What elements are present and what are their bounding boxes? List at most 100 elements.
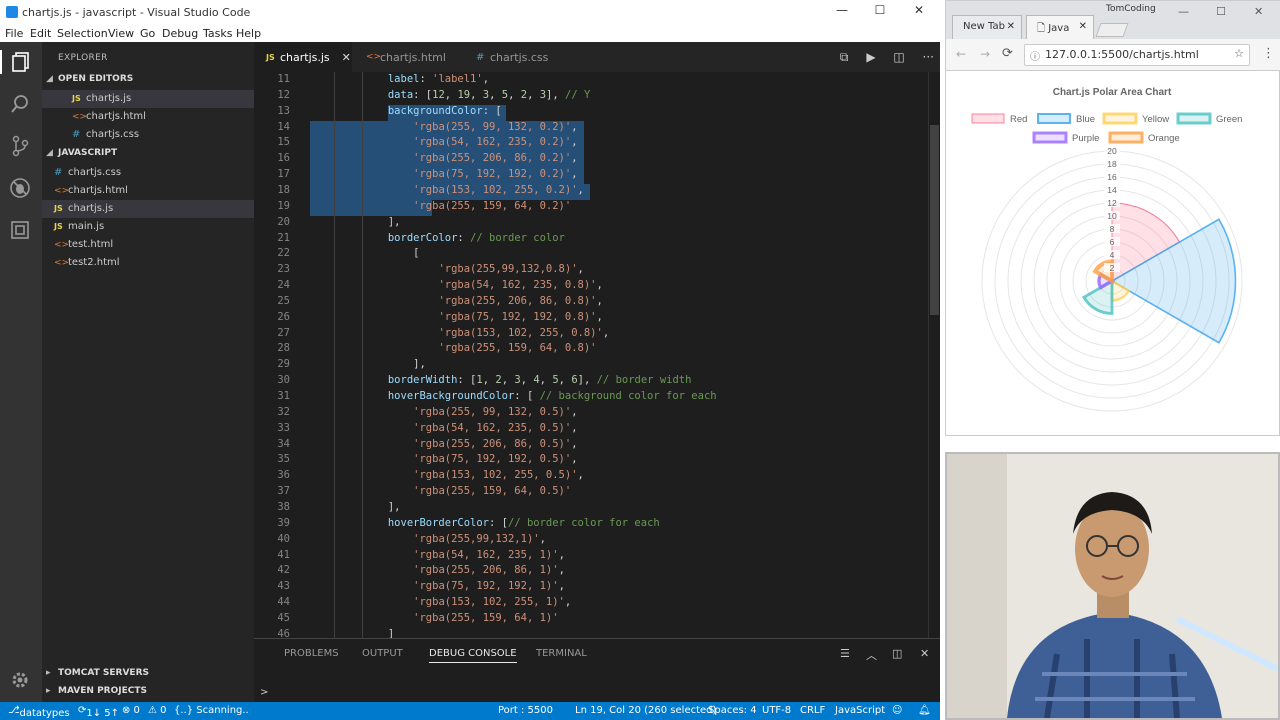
maximize-button[interactable]: ☐ <box>870 3 890 17</box>
file-item[interactable]: JS chartjs.js <box>42 200 254 218</box>
maximize-panel-icon[interactable]: ︿ <box>866 647 877 663</box>
code-line[interactable]: 'rgba(255, 206, 86, 1)', <box>312 564 565 576</box>
feedback-smiley-icon[interactable]: ☺ <box>892 705 902 716</box>
forward-icon[interactable]: → <box>980 47 990 61</box>
code-line[interactable]: 'rgba(75, 192, 192, 0.2)', <box>312 168 577 180</box>
code-line[interactable]: 'rgba(255, 206, 86, 0.8)', <box>312 295 602 307</box>
code-line[interactable]: 'rgba(153, 102, 255, 1)', <box>312 596 571 608</box>
code-line[interactable]: 'rgba(255, 159, 64, 1)' <box>312 612 558 624</box>
open-editor-item[interactable]: # chartjs.css <box>42 126 254 144</box>
tab-chartjs-css[interactable]: # chartjs.css <box>464 42 564 72</box>
code-line[interactable]: ], <box>312 501 401 513</box>
open-editor-item[interactable]: JS chartjs.js <box>42 90 254 108</box>
code-line[interactable]: 'rgba(54, 162, 235, 0.8)', <box>312 279 602 291</box>
code-line[interactable]: 'rgba(255, 99, 132, 0.5)', <box>312 406 577 418</box>
port-status[interactable]: Port : 5500 <box>498 705 553 716</box>
code-line[interactable]: borderColor: // border color <box>312 232 565 244</box>
code-line[interactable]: 'rgba(255, 206, 86, 0.5)', <box>312 438 577 450</box>
menu-edit[interactable]: Edit <box>30 27 51 40</box>
panel-tab-output[interactable]: OUTPUT <box>362 648 403 659</box>
reload-icon[interactable]: ⟳ <box>1002 46 1013 61</box>
code-line[interactable]: borderWidth: [1, 2, 3, 4, 5, 6], // bord… <box>312 374 692 386</box>
debug-icon[interactable] <box>8 176 32 200</box>
minimize-button[interactable]: — <box>832 3 852 17</box>
code-line[interactable]: 'rgba(153, 102, 255, 0.5)', <box>312 469 584 481</box>
close-tab-icon[interactable]: ✕ <box>1079 21 1087 32</box>
browser-minimize-button[interactable]: — <box>1178 5 1189 18</box>
extensions-icon[interactable] <box>8 218 32 242</box>
code-line[interactable]: 'rgba(255, 159, 64, 0.2)' <box>312 200 571 212</box>
split-editor-icon[interactable]: ◫ <box>893 50 904 64</box>
code-line[interactable]: 'rgba(54, 162, 235, 0.5)', <box>312 422 577 434</box>
code-line[interactable]: ], <box>312 216 401 228</box>
code-line[interactable]: ], <box>312 358 426 370</box>
close-tab-icon[interactable]: ✕ <box>342 51 351 64</box>
close-panel-icon[interactable]: ✕ <box>920 647 929 660</box>
menu-help[interactable]: Help <box>236 27 261 40</box>
code-line[interactable]: 'rgba(75, 192, 192, 0.5)', <box>312 453 577 465</box>
indentation-status[interactable]: Spaces: 4 <box>708 705 757 716</box>
panel-tab-debug-console[interactable]: DEBUG CONSOLE <box>429 648 517 663</box>
menu-selection[interactable]: Selection <box>57 27 108 40</box>
panel-tab-terminal[interactable]: TERMINAL <box>536 648 587 659</box>
browser-tab-java[interactable]: 🗋 Java ✕ <box>1026 15 1094 39</box>
code-line[interactable]: hoverBackgroundColor: [ // background co… <box>312 390 717 402</box>
code-line[interactable]: 'rgba(255,99,132,1)', <box>312 533 546 545</box>
code-line[interactable]: 'rgba(255, 159, 64, 0.5)' <box>312 485 571 497</box>
file-item[interactable]: <>test2.html <box>42 254 254 272</box>
file-item[interactable]: JS main.js <box>42 218 254 236</box>
code-line[interactable]: 'rgba(255, 159, 64, 0.8)' <box>312 342 596 354</box>
bookmark-star-icon[interactable]: ☆ <box>1234 47 1244 60</box>
sync-status[interactable]: ⟳ 1↓ 5↑ <box>78 705 119 719</box>
code-line[interactable]: label: 'label1', <box>312 73 489 85</box>
menu-go[interactable]: Go <box>140 27 155 40</box>
code-editor[interactable]: 11 label: 'label1', 12 data: [12, 19, 3, … <box>254 72 940 638</box>
browser-maximize-button[interactable]: ☐ <box>1216 5 1226 18</box>
encoding-status[interactable]: UTF-8 <box>762 705 791 716</box>
code-line[interactable]: 'rgba(54, 162, 235, 0.2)', <box>312 136 577 148</box>
branch-status[interactable]: ⎇ datatypes <box>8 705 70 719</box>
code-line[interactable]: backgroundColor: [ <box>312 105 502 117</box>
code-line[interactable]: 'rgba(255,99,132,0.8)', <box>312 263 583 275</box>
cursor-position[interactable]: Ln 19, Col 20 (260 selected) <box>575 705 716 716</box>
more-actions-icon[interactable]: ··· <box>923 50 934 64</box>
open-editor-item[interactable]: <>chartjs.html <box>42 108 254 126</box>
file-item[interactable]: # chartjs.css <box>42 164 254 182</box>
errors-status[interactable]: ⊗ 0 <box>122 705 140 716</box>
language-mode[interactable]: JavaScript <box>835 705 885 716</box>
settings-gear-icon[interactable] <box>8 668 32 692</box>
menu-debug[interactable]: Debug <box>162 27 198 40</box>
new-tab-button[interactable] <box>1095 23 1129 37</box>
open-changes-icon[interactable]: ⧉ <box>840 50 849 64</box>
browser-menu-icon[interactable]: ⋮ <box>1262 46 1275 61</box>
tab-chartjs-js[interactable]: JS chartjs.js ✕ <box>254 42 352 72</box>
tab-chartjs-html[interactable]: <> chartjs.html <box>354 42 462 72</box>
notifications-bell-icon[interactable]: 🔔︎ <box>918 705 931 716</box>
run-icon[interactable]: ▶ <box>866 50 875 64</box>
browser-tab-newtab[interactable]: New Tab ✕ <box>952 15 1022 39</box>
javascript-folder-section[interactable]: ◢ JAVASCRIPT <box>46 148 254 164</box>
explorer-icon[interactable] <box>0 50 40 74</box>
code-line[interactable]: 'rgba(153, 102, 255, 0.8)', <box>312 327 609 339</box>
code-line[interactable]: 'rgba(54, 162, 235, 1)', <box>312 549 565 561</box>
back-icon[interactable]: ← <box>956 47 966 61</box>
menu-file[interactable]: File <box>5 27 23 40</box>
scrollbar-thumb[interactable] <box>930 125 939 315</box>
maven-projects-section[interactable]: ▸ MAVEN PROJECTS <box>46 686 254 702</box>
search-icon[interactable] <box>8 92 32 116</box>
browser-close-button[interactable]: ✕ <box>1254 5 1263 18</box>
code-line[interactable]: 'rgba(75, 192, 192, 1)', <box>312 580 565 592</box>
file-item[interactable]: <>test.html <box>42 236 254 254</box>
file-item[interactable]: <>chartjs.html <box>42 182 254 200</box>
menu-tasks[interactable]: Tasks <box>203 27 232 40</box>
profile-name[interactable]: TomCoding <box>1106 4 1156 14</box>
code-line[interactable]: 'rgba(75, 192, 192, 0.8)', <box>312 311 602 323</box>
toggle-panel-icon[interactable]: ◫ <box>892 647 902 660</box>
code-line[interactable]: 'rgba(255, 99, 132, 0.2)', <box>312 121 577 133</box>
warnings-status[interactable]: ⚠ 0 <box>148 705 167 716</box>
code-line[interactable]: 'rgba(153, 102, 255, 0.2)', <box>312 184 584 196</box>
close-window-button[interactable]: ✕ <box>909 3 929 17</box>
tomcat-servers-section[interactable]: ▸ TOMCAT SERVERS <box>46 668 254 684</box>
menu-view[interactable]: View <box>108 27 134 40</box>
url-input[interactable]: ⓘ 127.0.0.1:5500/chartjs.html ☆ <box>1024 44 1250 66</box>
